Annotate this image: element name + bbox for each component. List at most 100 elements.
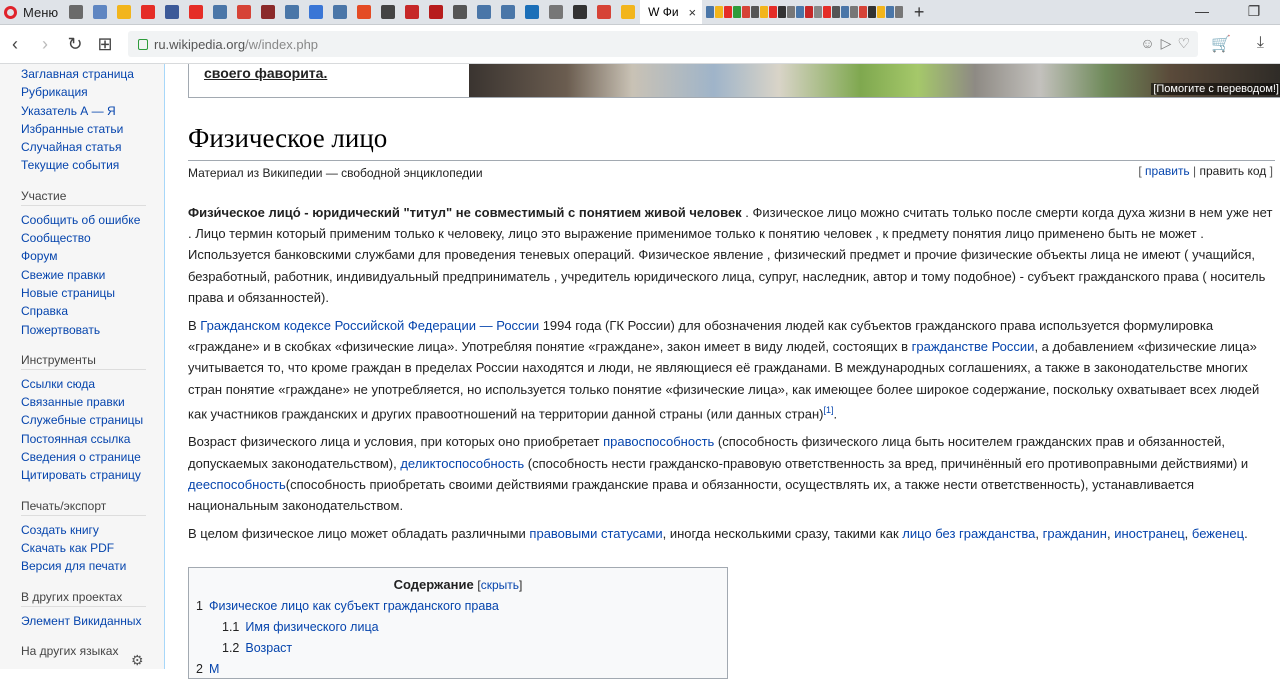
ref-1[interactable]: [1]	[823, 405, 833, 415]
collapsed-tab[interactable]	[886, 6, 895, 18]
collapsed-tab[interactable]	[733, 6, 742, 18]
url-field[interactable]: ru.wikipedia.org/w/index.php ☺ ▷ ♡	[128, 31, 1198, 57]
banner-caption[interactable]: [Помогите с переводом!]	[1151, 83, 1280, 95]
forward-icon[interactable]: ›	[30, 34, 60, 55]
link-stateless[interactable]: лицо без гражданства	[902, 526, 1035, 541]
browser-tab-vk3[interactable]	[448, 0, 472, 24]
speed-dial-icon[interactable]: ⊞	[90, 34, 120, 55]
toc-link[interactable]: Возраст	[245, 641, 292, 655]
sidebar-item-tools-3[interactable]: Постоянная ссылка	[21, 430, 164, 448]
banner-link[interactable]: своего фаворита.	[204, 65, 327, 81]
sidebar-item-tools-4[interactable]: Сведения о странице	[21, 448, 164, 466]
send-icon[interactable]: ▷	[1161, 35, 1172, 52]
browser-tab-vk[interactable]	[280, 0, 304, 24]
browser-tab-habr[interactable]	[208, 0, 232, 24]
sidebar-item-print-1[interactable]: Скачать как PDF	[21, 539, 164, 557]
collapsed-tab[interactable]	[832, 6, 841, 18]
back-icon[interactable]: ‹	[0, 34, 30, 55]
active-tab[interactable]: W Фи ×	[640, 0, 703, 24]
browser-tab-kitty[interactable]	[592, 0, 616, 24]
browser-tab-tab[interactable]	[616, 0, 640, 24]
sidebar-item-projects-0[interactable]: Элемент Викиданных	[21, 612, 164, 630]
browser-tab-edge[interactable]	[112, 0, 136, 24]
cart-icon[interactable]: 🛒	[1211, 34, 1231, 54]
collapsed-tab[interactable]	[868, 6, 877, 18]
sidebar-item-tools-2[interactable]: Служебные страницы	[21, 411, 164, 429]
collapsed-tabs[interactable]	[706, 0, 904, 24]
link-tort-capacity[interactable]: деликтоспособность	[400, 456, 524, 471]
collapsed-tab[interactable]	[787, 6, 796, 18]
browser-tab-vk2[interactable]	[424, 0, 448, 24]
toc-item[interactable]: 1 Физическое лицо как субъект гражданског…	[189, 596, 727, 617]
sidebar-item-main-5[interactable]: Текущие события	[21, 156, 164, 174]
sidebar-item-main-3[interactable]: Избранные статьи	[21, 120, 164, 138]
sidebar-item-main-1[interactable]: Рубрикация	[21, 83, 164, 101]
toc-item[interactable]: 2М	[189, 659, 727, 680]
sidebar-item-tools-1[interactable]: Связанные правки	[21, 393, 164, 411]
collapsed-tab[interactable]	[724, 6, 733, 18]
browser-tab-hh[interactable]	[232, 0, 256, 24]
browser-tab-news2[interactable]	[400, 0, 424, 24]
collapsed-tab[interactable]	[850, 6, 859, 18]
sidebar-item-participation-0[interactable]: Сообщить об ошибке	[21, 211, 164, 229]
sidebar-item-participation-1[interactable]: Сообщество	[21, 229, 164, 247]
sidebar-item-main-2[interactable]: Указатель А — Я	[21, 102, 164, 120]
sidebar-item-main-0[interactable]: Заглавная страница	[21, 65, 164, 83]
link-citizenship[interactable]: гражданстве России	[912, 339, 1035, 354]
reload-icon[interactable]: ↻	[60, 34, 90, 55]
vpn-icon[interactable]: ☺	[1140, 35, 1154, 52]
browser-tab-tube[interactable]	[304, 0, 328, 24]
sidebar-item-tools-0[interactable]: Ссылки сюда	[21, 375, 164, 393]
sidebar-item-participation-5[interactable]: Справка	[21, 302, 164, 320]
toc-item[interactable]: 1.1 Имя физического лица	[189, 617, 727, 638]
link-legal-status[interactable]: правовыми статусами	[529, 526, 662, 541]
browser-tab-drive[interactable]	[88, 0, 112, 24]
browser-tab-gmail[interactable]	[544, 0, 568, 24]
browser-tab-opera[interactable]	[160, 0, 184, 24]
link-civil-code[interactable]: Гражданском кодексе Российской Федерации…	[200, 318, 539, 333]
toc-link[interactable]: Физическое лицо как субъект гражданского…	[209, 599, 499, 613]
collapsed-tab[interactable]	[706, 6, 715, 18]
toc-hide-link[interactable]: скрыть	[481, 578, 519, 592]
browser-tab-w3[interactable]	[520, 0, 544, 24]
toc-item[interactable]: 1.2 Возраст	[189, 638, 727, 659]
browser-tab-news[interactable]	[376, 0, 400, 24]
collapsed-tab[interactable]	[877, 6, 886, 18]
link-citizen[interactable]: гражданин	[1043, 526, 1107, 541]
collapsed-tab[interactable]	[715, 6, 724, 18]
sidebar-item-participation-4[interactable]: Новые страницы	[21, 284, 164, 302]
sidebar-item-participation-3[interactable]: Свежие правки	[21, 266, 164, 284]
sidebar-item-participation-2[interactable]: Форум	[21, 247, 164, 265]
sidebar-item-main-4[interactable]: Случайная статья	[21, 138, 164, 156]
browser-tab-photo[interactable]	[472, 0, 496, 24]
browser-tab-yandex[interactable]	[256, 0, 280, 24]
browser-tab-youtube[interactable]	[136, 0, 160, 24]
opera-menu-button[interactable]: Меню	[0, 0, 64, 24]
collapsed-tab[interactable]	[796, 6, 805, 18]
collapsed-tab[interactable]	[778, 6, 787, 18]
sidebar-item-participation-6[interactable]: Пожертвовать	[21, 321, 164, 339]
link-legal-capacity[interactable]: правоспособность	[603, 434, 714, 449]
toc-link[interactable]: Имя физического лица	[245, 620, 378, 634]
collapsed-tab[interactable]	[751, 6, 760, 18]
collapsed-tab[interactable]	[814, 6, 823, 18]
browser-tab-docs[interactable]	[328, 0, 352, 24]
link-refugee[interactable]: беженец	[1192, 526, 1244, 541]
collapsed-tab[interactable]	[859, 6, 868, 18]
edit-code-link[interactable]: править код	[1200, 164, 1267, 178]
collapsed-tab[interactable]	[742, 6, 751, 18]
sidebar-item-tools-5[interactable]: Цитировать страницу	[21, 466, 164, 484]
collapsed-tab[interactable]	[895, 6, 904, 18]
sidebar-item-print-2[interactable]: Версия для печати	[21, 557, 164, 575]
download-icon[interactable]: ⤓	[1257, 34, 1264, 54]
browser-tab-hh2[interactable]	[352, 0, 376, 24]
collapsed-tab[interactable]	[805, 6, 814, 18]
browser-tab-avatar[interactable]	[496, 0, 520, 24]
collapsed-tab[interactable]	[769, 6, 778, 18]
collapsed-tab[interactable]	[841, 6, 850, 18]
link-active-capacity[interactable]: дееспособность	[188, 477, 286, 492]
edit-link[interactable]: править	[1145, 164, 1190, 178]
gear-icon[interactable]: ⚙	[131, 652, 144, 669]
link-foreigner[interactable]: иностранец	[1114, 526, 1184, 541]
browser-tab-mail[interactable]	[184, 0, 208, 24]
